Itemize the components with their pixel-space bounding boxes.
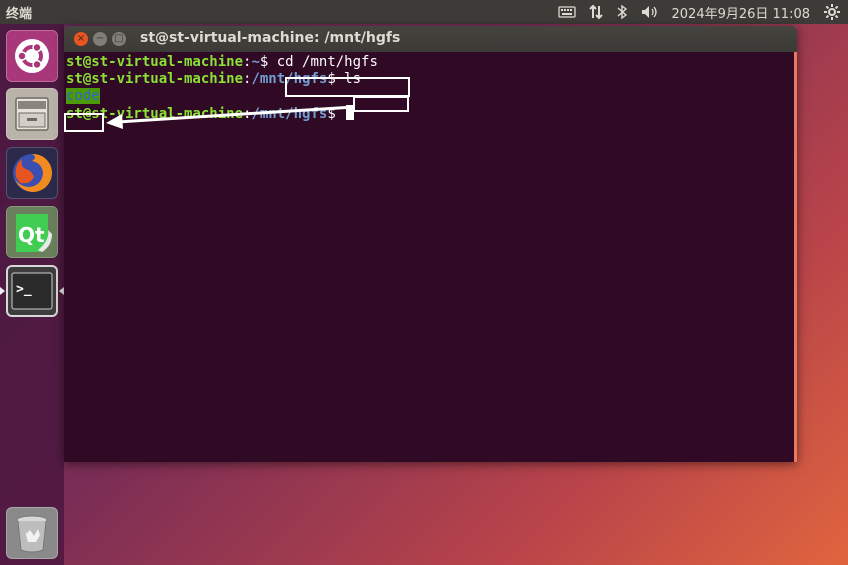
directory-entry: code (66, 88, 100, 104)
ubuntu-logo-icon (15, 39, 49, 73)
files-button[interactable] (6, 88, 58, 140)
ubuntu-dash-button[interactable] (6, 30, 58, 82)
gear-icon[interactable] (824, 4, 840, 20)
keyboard-icon[interactable] (557, 5, 576, 19)
trash-button[interactable] (6, 507, 58, 559)
prompt-user: st@st-virtual-machine (66, 54, 244, 70)
minimize-button[interactable]: − (93, 32, 107, 46)
app-name: 终端 (6, 6, 33, 22)
indicator-area: 2024年9月26日 11:08 (557, 0, 848, 24)
prompt-path: ~ (251, 54, 260, 70)
trash-icon (16, 515, 48, 553)
file-cabinet-icon (15, 97, 49, 131)
annotation-arrow-icon (106, 105, 355, 129)
annotation-box-output (64, 113, 104, 132)
top-panel: 终端 2024年9月26日 11:08 (0, 0, 848, 24)
clock[interactable]: 2024年9月26日 11:08 (672, 3, 811, 22)
qt-creator-button[interactable]: Qt (6, 206, 58, 258)
command-text: cd /mnt/hgfs (276, 54, 378, 70)
network-icon[interactable] (588, 4, 604, 20)
volume-icon[interactable] (640, 4, 660, 20)
terminal-line: code (66, 88, 100, 105)
firefox-icon (13, 153, 53, 192)
annotation-box-cd (285, 77, 410, 97)
window-title: st@st-virtual-machine: /mnt/hgfs (140, 30, 401, 46)
active-pip-left (0, 287, 5, 295)
qt-glyph: Qt (18, 223, 45, 247)
terminal-output[interactable]: st@st-virtual-machine:~$ cd /mnt/hgfs st… (64, 52, 797, 462)
prompt-user: st@st-virtual-machine (66, 71, 244, 87)
window-titlebar[interactable]: × − □ st@st-virtual-machine: /mnt/hgfs (64, 26, 797, 52)
terminal-window: × − □ st@st-virtual-machine: /mnt/hgfs s… (64, 26, 797, 462)
prompt-symbol: $ (259, 54, 277, 70)
close-button[interactable]: × (74, 32, 88, 46)
terminal-line: st@st-virtual-machine:~$ cd /mnt/hgfs (66, 54, 378, 71)
maximize-button[interactable]: □ (112, 32, 126, 46)
terminal-button[interactable]: >_ (6, 265, 58, 317)
terminal-glyph: >_ (16, 282, 32, 297)
qt-icon: Qt (16, 214, 52, 252)
bluetooth-icon[interactable] (616, 4, 628, 20)
firefox-button[interactable] (6, 147, 58, 199)
launcher: Qt >_ (0, 24, 64, 565)
terminal-icon: >_ (11, 272, 53, 310)
